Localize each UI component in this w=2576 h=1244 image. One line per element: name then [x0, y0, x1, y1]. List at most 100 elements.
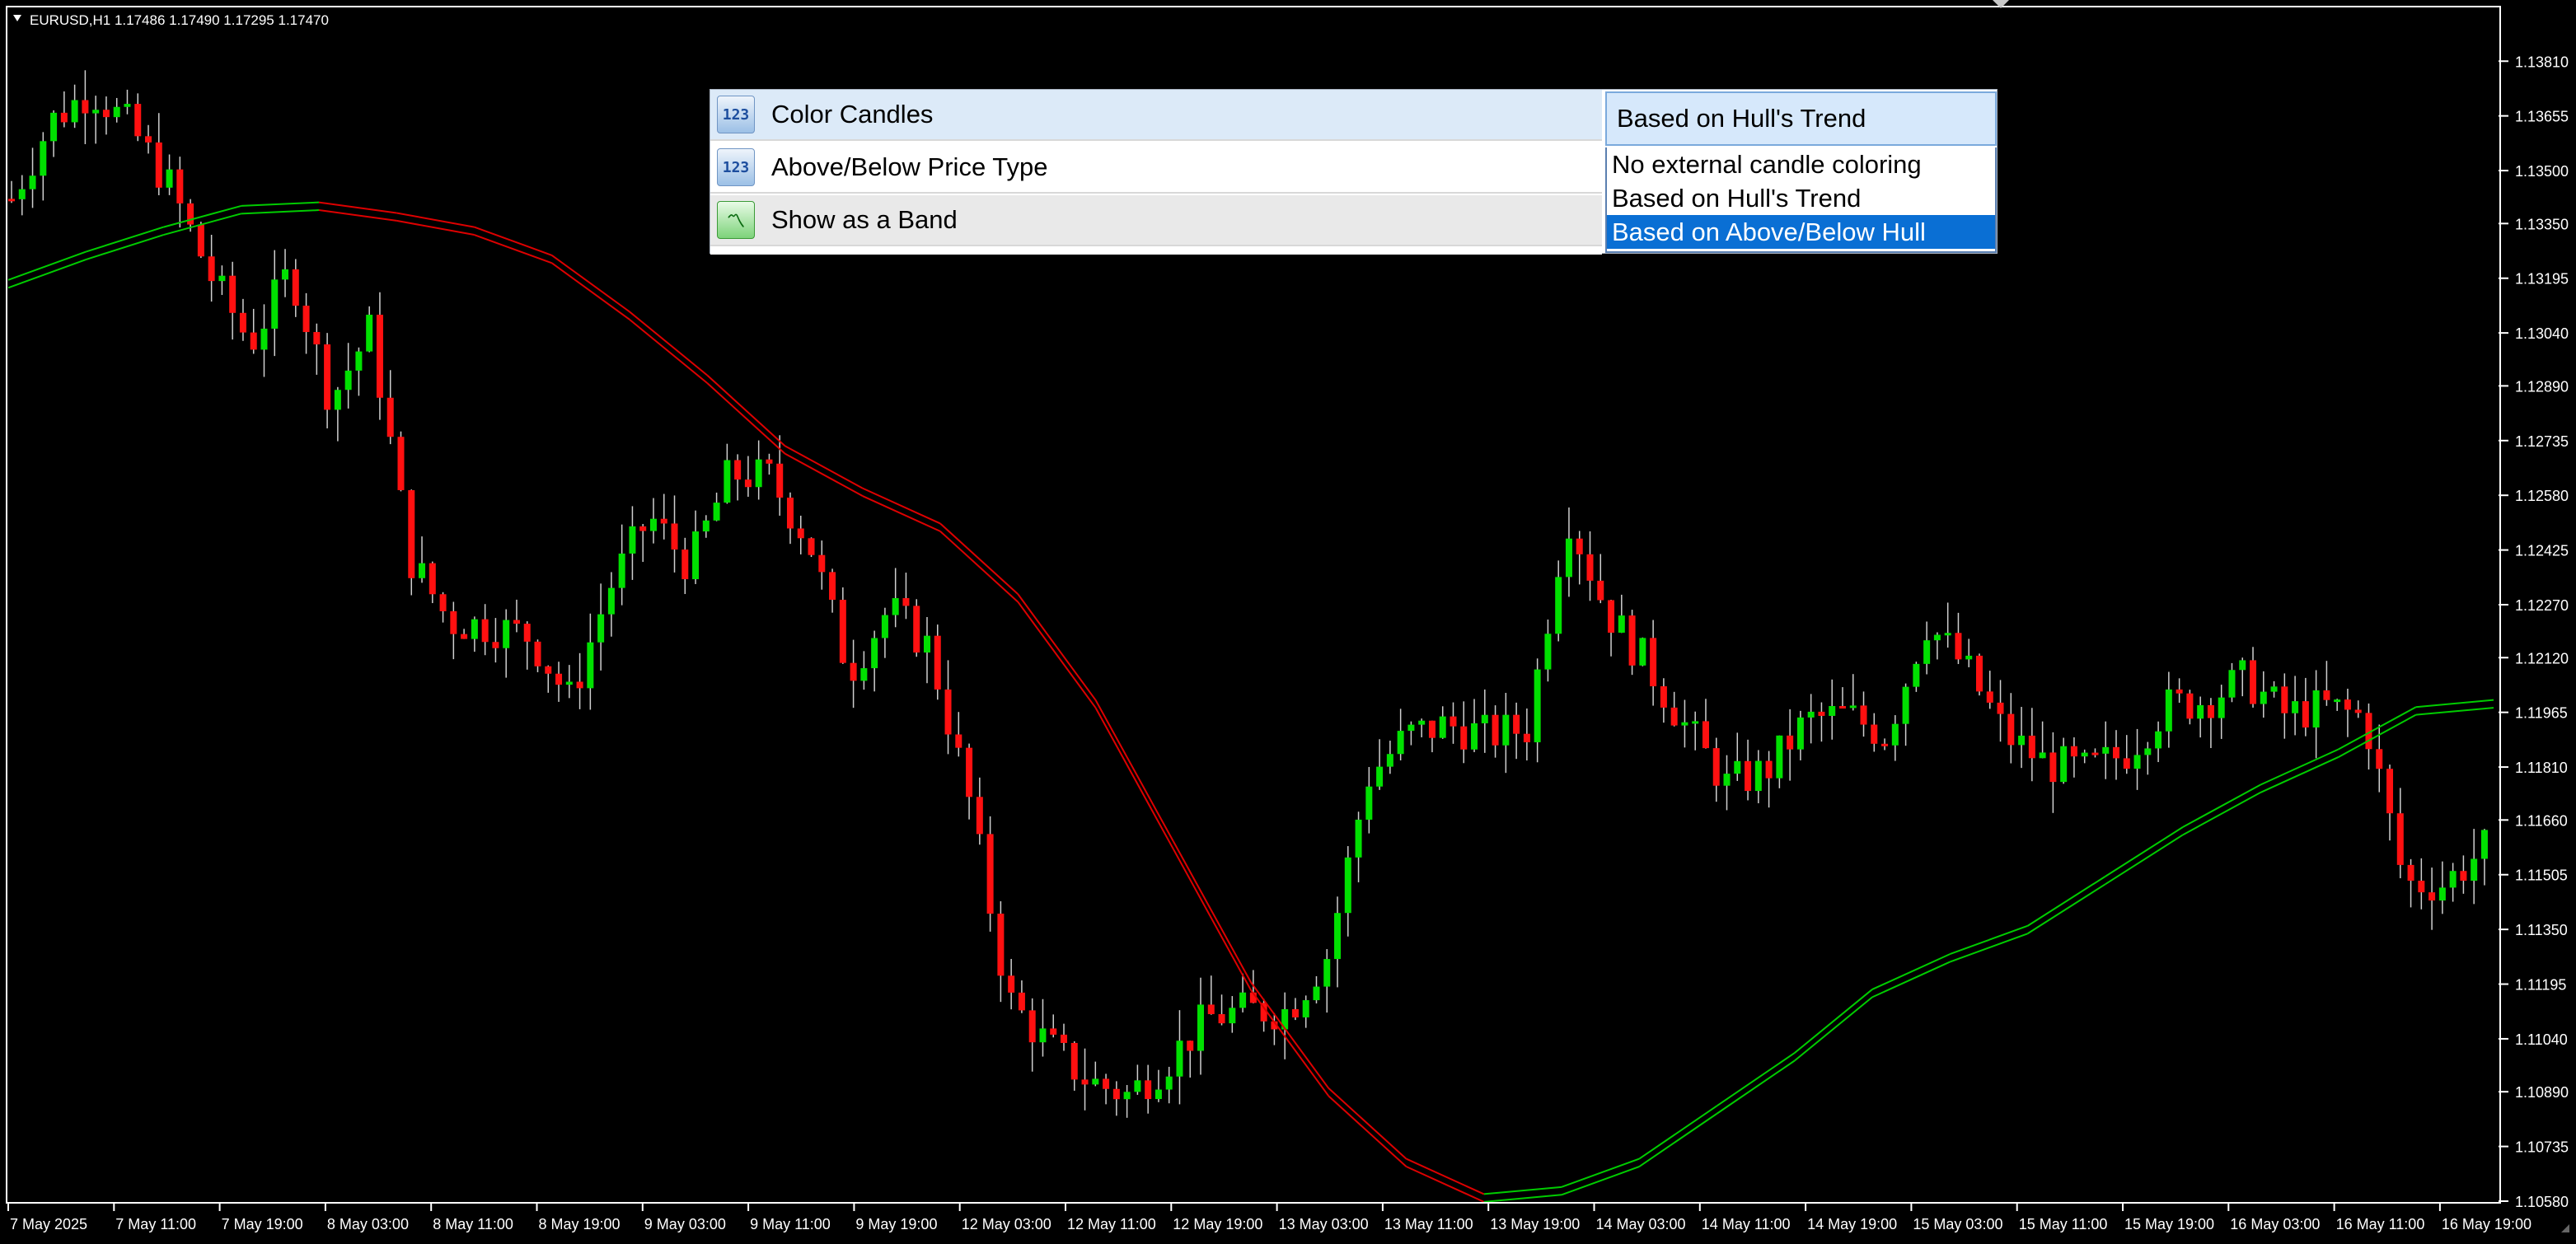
bull-candle: [892, 598, 899, 615]
bull-candle: [1439, 716, 1446, 738]
bull-candle: [871, 638, 878, 669]
bear-candle: [944, 689, 952, 735]
bear-candle: [1207, 1004, 1215, 1014]
bear-candle: [250, 332, 257, 350]
bull-candle: [1239, 992, 1247, 1008]
bear-candle: [1081, 1079, 1089, 1085]
bear-candle: [1028, 1010, 1036, 1043]
bull-candle: [923, 635, 930, 653]
bear-candle: [324, 344, 331, 410]
shift-end-marker-icon[interactable]: [1993, 0, 2009, 8]
price-tick-label: 1.12735: [2515, 433, 2569, 450]
bull-candle: [1397, 731, 1404, 755]
bear-candle: [1586, 554, 1594, 581]
bear-candle: [576, 681, 583, 689]
bear-candle: [1513, 714, 1520, 734]
bull-candle: [334, 390, 341, 410]
bull-candle: [1365, 786, 1373, 820]
bear-candle: [292, 269, 299, 306]
bull-candle: [2165, 689, 2172, 732]
bull-candle: [1229, 1008, 1236, 1024]
bull-candle: [1565, 538, 1572, 578]
bear-candle: [1008, 975, 1015, 993]
bear-candle: [176, 169, 184, 203]
bear-candle: [397, 437, 405, 490]
bull-candle: [1902, 686, 1909, 724]
bear-candle: [523, 624, 531, 642]
time-tick-label: 14 May 03:00: [1596, 1216, 1686, 1232]
price-tick-label: 1.11195: [2515, 977, 2566, 994]
property-row-show-as-band[interactable]: 〽 Show as a Band: [710, 195, 1602, 246]
time-tick-label: 12 May 03:00: [962, 1216, 1051, 1232]
time-tick-label: 8 May 11:00: [433, 1216, 513, 1232]
bull-candle: [1891, 723, 1899, 746]
bull-candle: [1165, 1076, 1173, 1090]
bull-candle: [2260, 691, 2267, 704]
bull-candle: [471, 619, 478, 639]
bear-candle: [155, 142, 162, 188]
bear-candle: [145, 136, 152, 143]
bull-candle: [29, 175, 36, 189]
bull-candle: [587, 642, 594, 689]
bear-candle: [376, 315, 383, 398]
bull-candle: [366, 315, 373, 352]
bear-candle: [2113, 746, 2119, 759]
bull-candle: [2102, 746, 2110, 754]
bear-candle: [1112, 1088, 1120, 1100]
bull-candle: [692, 531, 700, 580]
bear-candle: [1871, 724, 1878, 744]
time-tick-label: 9 May 19:00: [855, 1216, 937, 1232]
bear-candle: [1103, 1078, 1110, 1089]
property-row-color-candles[interactable]: 123 Color Candles: [710, 90, 1602, 141]
bull-candle: [1323, 959, 1331, 987]
bull-candle: [607, 587, 615, 615]
dropdown-option-no-coloring[interactable]: No external candle coloring: [1607, 147, 1995, 181]
bear-candle: [60, 112, 68, 123]
bull-candle: [1418, 720, 1426, 725]
bear-candle: [2418, 881, 2425, 893]
bear-candle: [839, 600, 846, 663]
bull-candle: [1471, 723, 1478, 750]
number-123-icon: 123: [717, 96, 755, 133]
bull-candle: [2471, 858, 2478, 882]
bear-candle: [1818, 711, 1825, 716]
bear-candle: [808, 538, 815, 555]
bull-candle: [649, 518, 657, 531]
bear-candle: [1061, 1034, 1067, 1043]
bear-candle: [408, 489, 415, 578]
color-candles-dropdown[interactable]: Based on Hull's Trend: [1605, 91, 1997, 146]
bull-candle: [2239, 660, 2246, 671]
bull-candle: [50, 112, 58, 142]
bull-candle: [1407, 724, 1415, 732]
bear-candle: [829, 572, 836, 601]
property-row-above-below-price-type[interactable]: 123 Above/Below Price Type: [710, 143, 1602, 194]
bull-candle: [271, 279, 279, 329]
dropdown-option-above-below-hull[interactable]: Based on Above/Below Hull: [1607, 215, 1995, 249]
bear-candle: [8, 199, 15, 202]
bull-candle: [2081, 752, 2088, 757]
dropdown-option-hull-trend[interactable]: Based on Hull's Trend: [1607, 181, 1995, 215]
time-tick-label: 16 May 03:00: [2230, 1216, 2320, 1232]
bull-candle: [2270, 686, 2278, 692]
bear-candle: [2302, 701, 2309, 728]
bear-candle: [1450, 716, 1457, 727]
bull-candle: [1965, 655, 1973, 660]
bull-candle: [355, 351, 363, 371]
bear-candle: [2460, 871, 2467, 882]
bull-candle: [124, 104, 131, 107]
bear-candle: [1050, 1028, 1057, 1035]
bull-candle: [2334, 699, 2341, 703]
bear-candle: [976, 797, 983, 835]
bull-candle: [1829, 706, 1836, 716]
bear-candle: [1765, 760, 1773, 779]
bull-candle: [1544, 634, 1552, 670]
time-tick-label: 7 May 19:00: [222, 1216, 303, 1232]
bear-candle: [1597, 580, 1604, 601]
bull-candle: [2228, 670, 2236, 698]
bear-candle: [2376, 749, 2383, 769]
bear-candle: [2091, 752, 2099, 755]
bear-candle: [2323, 690, 2330, 700]
bull-candle: [1197, 1004, 1205, 1051]
price-tick-label: 1.12890: [2515, 378, 2569, 395]
bull-candle: [1734, 760, 1741, 774]
